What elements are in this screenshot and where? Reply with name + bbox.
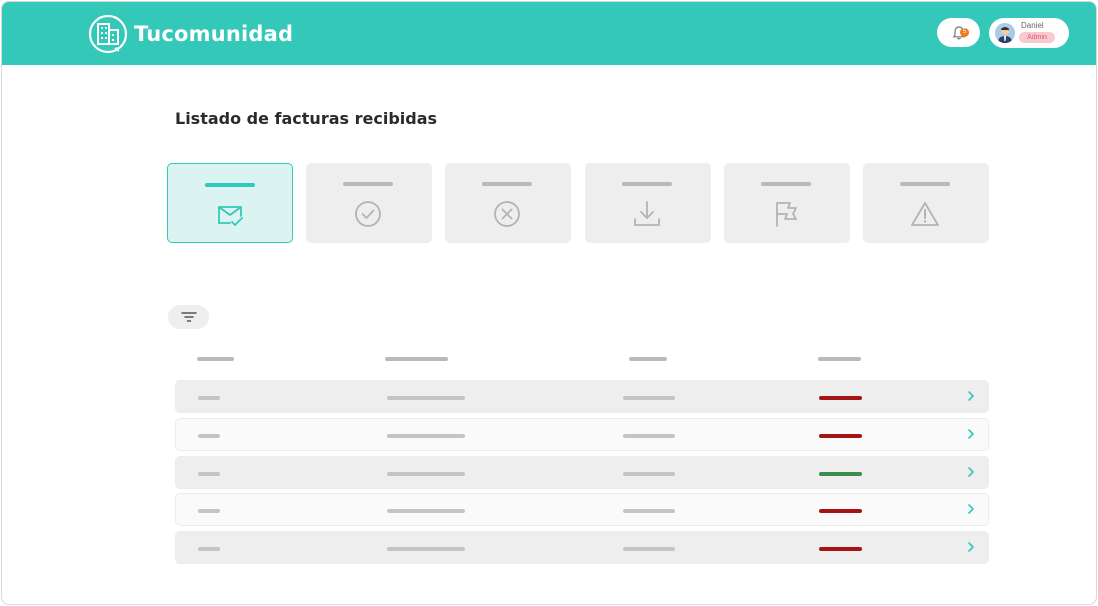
status-indicator [819,472,862,476]
filter-card-warning[interactable] [863,163,989,243]
status-indicator [819,434,862,438]
envelope-check-icon [218,206,243,226]
user-menu-button[interactable]: Daniel Admin [989,18,1069,48]
role-badge: Admin [1019,32,1055,43]
table-row[interactable] [175,493,989,526]
logo[interactable]: Tucomunidad [88,14,293,54]
column-header-4[interactable] [818,357,861,361]
card-label-placeholder [900,182,950,186]
filter-card-downloaded[interactable] [585,163,711,243]
cell-placeholder [623,434,675,438]
brand-name: Tucomunidad [134,22,294,46]
x-circle-icon [494,201,520,227]
table-row[interactable] [175,456,989,489]
cell-placeholder [387,472,465,476]
app-window: Tucomunidad 5 Daniel Admin Listado de fa… [1,1,1097,605]
filter-card-approved[interactable] [306,163,432,243]
cell-placeholder [198,434,220,438]
filter-card-flagged[interactable] [724,163,850,243]
cell-placeholder [198,547,220,551]
cell-placeholder [198,396,220,400]
notification-badge: 5 [960,28,969,37]
check-circle-icon [355,201,381,227]
cell-placeholder [198,472,220,476]
avatar [995,23,1015,43]
cell-placeholder [387,396,465,400]
status-indicator [819,547,862,551]
chevron-right-icon[interactable] [966,427,976,441]
chevron-right-icon[interactable] [966,540,976,554]
column-header-1[interactable] [197,357,234,361]
cell-placeholder [623,396,675,400]
card-label-placeholder [343,182,393,186]
cell-placeholder [387,509,465,513]
chevron-right-icon[interactable] [966,502,976,516]
flag-icon [776,202,797,227]
notifications-button[interactable]: 5 [937,18,980,47]
chevron-right-icon[interactable] [966,389,976,403]
table-row[interactable] [175,380,989,413]
cell-placeholder [387,434,465,438]
page-title: Listado de facturas recibidas [175,109,438,128]
card-label-placeholder [761,182,811,186]
sort-filter-button[interactable] [168,305,209,329]
cell-placeholder [623,472,675,476]
download-icon [634,201,660,226]
card-label-placeholder [482,182,532,186]
table-row[interactable] [175,418,989,451]
top-navbar: Tucomunidad 5 Daniel Admin [2,2,1096,65]
card-label-placeholder [205,183,255,187]
cell-placeholder [623,547,675,551]
table-row[interactable] [175,531,989,564]
status-indicator [819,396,862,400]
user-name: Daniel [1021,21,1044,30]
column-header-3[interactable] [629,357,667,361]
column-header-2[interactable] [385,357,448,361]
cell-placeholder [387,547,465,551]
filter-card-received[interactable] [167,163,293,243]
chevron-right-icon[interactable] [966,465,976,479]
cell-placeholder [198,509,220,513]
building-logo-icon [88,14,128,54]
filter-card-rejected[interactable] [445,163,571,243]
cell-placeholder [623,509,675,513]
card-label-placeholder [622,182,672,186]
warning-triangle-icon [911,202,939,226]
status-indicator [819,509,862,513]
filter-lines-icon [180,312,197,322]
